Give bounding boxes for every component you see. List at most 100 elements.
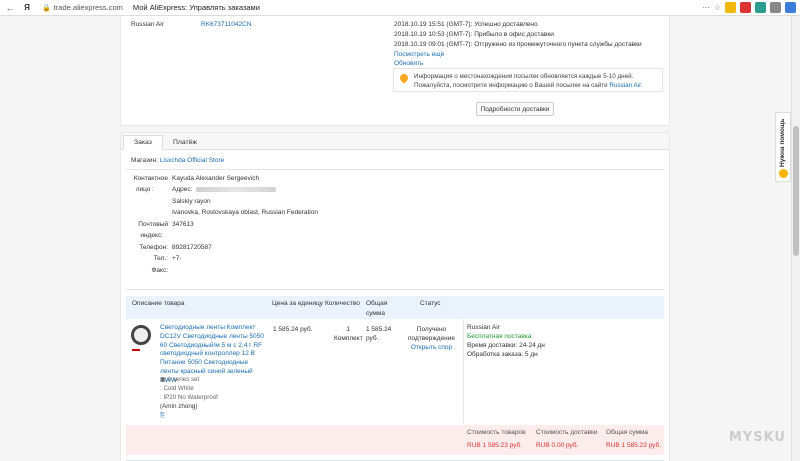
table-row: Светодиодные ленты Комплект DC12V Светод… (126, 319, 664, 423)
shipping-carrier: Russian Air (467, 324, 500, 331)
chat-icon (779, 169, 788, 178)
status-cell: Получено подтверждение Открыть спор (408, 325, 455, 352)
header-total: Общая сумма (366, 299, 387, 319)
scrollbar-thumb[interactable] (793, 126, 799, 256)
tracking-card: Russian Air RK673711042CN 2018.10.19 15:… (120, 16, 670, 126)
extensions-area: ⋯ ☆ (702, 2, 796, 13)
status-line1: Получено (416, 326, 447, 333)
status-line2: подтверждение (408, 335, 455, 343)
row-total-value: 1 585.24 (366, 326, 392, 333)
fax-label: Факс: (151, 267, 168, 274)
product-attribute: : Cold White (160, 385, 194, 392)
attribute-value: A series set (167, 376, 200, 383)
attribute-value: Cold White (163, 385, 194, 392)
help-widget[interactable]: Нужна помощь (775, 112, 791, 182)
total-value: RUB 1 585.23 руб. (606, 442, 662, 449)
order-totals: Стоимость товаров RUB 1 585.23 руб. Стои… (126, 425, 664, 455)
tel-value: +7- (172, 255, 182, 262)
product-seller: (Amin zhong) (160, 403, 198, 410)
show-more-link[interactable]: Посмотреть ещё (394, 51, 444, 58)
quantity-unit: Комплект (334, 335, 363, 343)
lock-icon: 🔒 (42, 4, 51, 12)
product-attribute: : IP20 No Waterproof (160, 394, 218, 401)
header-unit-price: Цена за единицу (272, 300, 323, 307)
free-shipping-label: Бесплатная поставка (467, 333, 532, 340)
order-card: Заказ Платёж Магазин: Lisxchda Official … (120, 132, 670, 461)
delivery-details-button[interactable]: Подробности доставки (476, 102, 554, 116)
delivery-time: Время доставки: 24-24 дн (467, 342, 545, 349)
info-text: Информация о местонахождении посылки обн… (414, 73, 659, 90)
goods-cost-value: RUB 1 585.23 руб. (467, 442, 523, 449)
shipping-cost-label: Стоимость доставки (536, 429, 598, 436)
contact-label-2: лицо : (135, 186, 154, 193)
scrollbar[interactable] (791, 16, 800, 461)
divider (126, 169, 664, 170)
store-line: Магазин: Lisxchda Official Store (131, 157, 224, 164)
extension-blue-icon[interactable] (785, 2, 796, 13)
tracking-event: 2018.10.19 10:53 (GMT-7): Прибыло в офис… (394, 31, 554, 38)
help-widget-label: Нужна помощь (779, 118, 786, 167)
page-content: Russian Air RK673711042CN 2018.10.19 15:… (0, 16, 791, 461)
row-total-currency: руб. (366, 335, 379, 343)
header-quantity: Количество (325, 300, 360, 307)
address-line: Salskiy rayon (172, 198, 211, 205)
watermark: MYSKU (728, 430, 786, 445)
extension-yellow-icon[interactable] (725, 2, 736, 13)
russian-air-link[interactable]: Russian Air. (609, 82, 642, 89)
header-status: Статус (420, 300, 441, 307)
page-title: Мой AliExpress: Управлять заказами (132, 3, 260, 12)
contact-value: Kayuda Alexander Sergeevich (172, 175, 260, 182)
store-label: Магазин: (131, 157, 158, 164)
extension-red-icon[interactable] (740, 2, 751, 13)
header-description: Описание товара (132, 300, 185, 307)
tracking-event: 2018.10.19 15:51 (GMT-7): Успешно достав… (394, 21, 538, 28)
goods-cost-label: Стоимость товаров (467, 429, 526, 436)
column-divider (463, 319, 464, 423)
snapshot-icon[interactable]: ⎘ (160, 412, 165, 420)
postal-label-2: индекс: (140, 232, 163, 239)
redacted-address (196, 186, 277, 192)
tracking-number[interactable]: RK673711042CN (201, 21, 251, 28)
unit-price: 1 585.24 руб. (273, 326, 313, 333)
quantity-value: 1 (346, 326, 351, 333)
refresh-link[interactable]: Обновить (394, 60, 423, 67)
store-link[interactable]: Lisxchda Official Store (160, 157, 225, 164)
tab-payment[interactable]: Платёж (163, 135, 207, 150)
info-message: Информация о местонахождении посылки обн… (414, 73, 634, 89)
divider (126, 289, 664, 290)
extension-gray-icon[interactable] (770, 2, 781, 13)
info-notice: Информация о местонахождении посылки обн… (393, 68, 663, 92)
tracking-event: 2018.10.19 09:01 (GMT-7): Отгружено из п… (394, 41, 642, 48)
shipping-cost-value: RUB 0.00 руб. (536, 442, 579, 449)
phone-label: Телефон: (139, 244, 168, 251)
product-thumbnail-accent (132, 349, 140, 351)
address-label-text: Адрес: (172, 186, 193, 193)
tel-label: Тел.: (153, 255, 168, 262)
open-dispute-link[interactable]: Открыть спор (411, 344, 452, 351)
address-label: Адрес: (172, 186, 277, 193)
postal-value: 347613 (172, 221, 194, 228)
carrier-name: Russian Air (131, 21, 164, 28)
tab-order[interactable]: Заказ (123, 135, 163, 150)
location-pin-icon (398, 72, 410, 84)
phone-value: 89281720587 (172, 244, 212, 251)
product-attribute: ▣ A series set (160, 376, 199, 383)
row-total: 1 585.24 руб. (366, 325, 391, 343)
bookmark-icon[interactable]: ☆ (714, 3, 721, 12)
processing-time: Обработка заказа: 5 дн (467, 351, 538, 358)
postal-label: Почтовый (138, 221, 168, 228)
contact-label: Контактное (133, 175, 168, 182)
yandex-logo-icon[interactable]: Я (20, 1, 34, 15)
header-total-line1: Общая (366, 300, 388, 307)
browser-toolbar: ← Я 🔒 trade.aliexpress.com Мой AliExpres… (0, 0, 800, 16)
address-bar[interactable]: trade.aliexpress.com (54, 3, 123, 12)
address-line: Ivanovka, Rostovskaya oblast, Russian Fe… (172, 209, 318, 216)
product-thumbnail[interactable] (131, 325, 151, 345)
header-total-line2: сумма (366, 309, 385, 317)
total-label: Общая сумма (606, 429, 649, 436)
menu-icon[interactable]: ⋯ (702, 3, 710, 12)
extension-green-icon[interactable] (755, 2, 766, 13)
table-header: Описание товара Цена за единицу Количест… (126, 296, 664, 319)
attribute-value: IP20 No Waterproof (163, 394, 218, 401)
back-icon[interactable]: ← (3, 1, 17, 15)
